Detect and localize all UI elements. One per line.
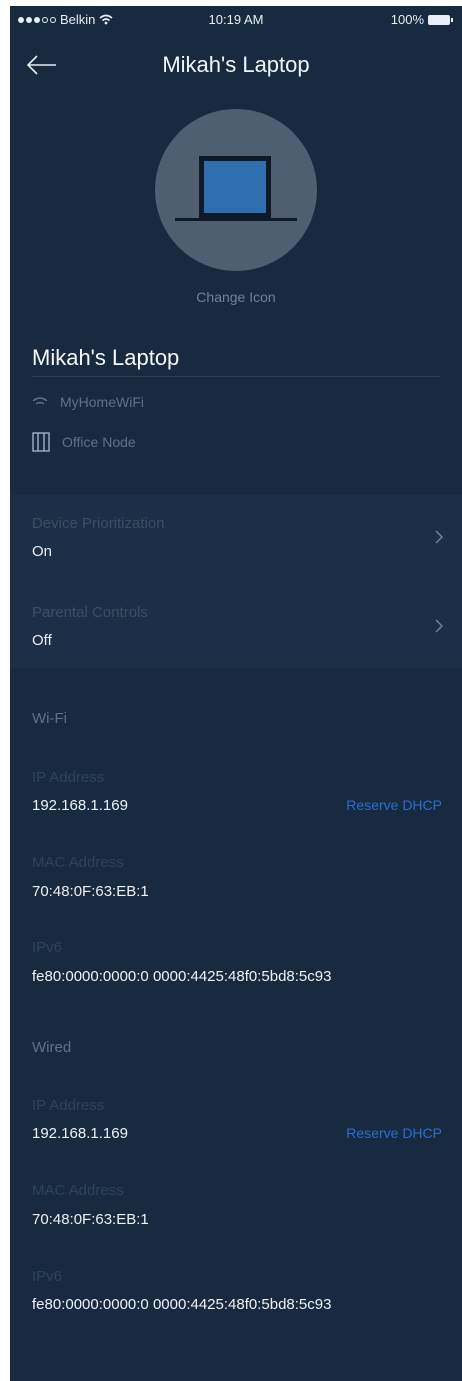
- battery-indicator: 100%: [390, 12, 453, 27]
- settings-section: Device Prioritization On Parental Contro…: [10, 495, 462, 668]
- node-icon: [32, 432, 50, 452]
- wired-mac-label: MAC Address: [32, 1182, 124, 1199]
- battery-percent: 100%: [390, 12, 424, 27]
- battery-icon: [428, 14, 453, 25]
- change-icon-link[interactable]: Change Icon: [10, 289, 462, 305]
- wifi-icon: [32, 397, 48, 405]
- device-details-screen: Belkin 10:19 AM 100% Mikah's Laptop Chan…: [10, 6, 462, 1381]
- setting-label: Parental Controls: [32, 604, 148, 621]
- node-name: Office Node: [62, 434, 136, 450]
- laptop-icon: [175, 156, 297, 221]
- node-row: Office Node: [32, 432, 136, 452]
- chevron-right-icon: [435, 619, 444, 633]
- wired-ipv6-value: fe80:0000:0000:0 0000:4425:48f0:5bd8:5c9…: [32, 1296, 332, 1313]
- wifi-reserve-dhcp-link[interactable]: Reserve DHCP: [346, 797, 442, 813]
- wired-section-title: Wired: [32, 1039, 72, 1056]
- wired-reserve-dhcp-link[interactable]: Reserve DHCP: [346, 1125, 442, 1141]
- header: Mikah's Laptop: [10, 42, 462, 90]
- name-divider: [32, 376, 440, 377]
- wifi-ip-label: IP Address: [32, 769, 105, 786]
- wired-ip-label: IP Address: [32, 1097, 105, 1114]
- network-row: MyHomeWiFi: [32, 394, 144, 410]
- wifi-section-title: Wi-Fi: [32, 710, 67, 727]
- status-bar: Belkin 10:19 AM 100%: [10, 6, 462, 32]
- device-prioritization-row[interactable]: Device Prioritization On: [10, 495, 462, 579]
- page-title: Mikah's Laptop: [162, 52, 310, 77]
- wifi-mac-label: MAC Address: [32, 854, 124, 871]
- wifi-ip-value: 192.168.1.169: [32, 797, 128, 814]
- chevron-right-icon: [435, 530, 444, 544]
- setting-value: On: [32, 543, 53, 560]
- wired-ip-value: 192.168.1.169: [32, 1125, 128, 1142]
- wifi-ipv6-value: fe80:0000:0000:0 0000:4425:48f0:5bd8:5c9…: [32, 968, 332, 985]
- wired-mac-value: 70:48:0F:63:EB:1: [32, 1211, 149, 1228]
- device-icon-button[interactable]: [155, 109, 317, 271]
- wired-ipv6-label: IPv6: [32, 1268, 63, 1285]
- setting-label: Device Prioritization: [32, 515, 165, 532]
- setting-value: Off: [32, 632, 52, 649]
- parental-controls-row[interactable]: Parental Controls Off: [10, 584, 462, 668]
- wifi-ipv6-label: IPv6: [32, 939, 63, 956]
- device-name[interactable]: Mikah's Laptop: [32, 345, 179, 371]
- network-name: MyHomeWiFi: [60, 394, 144, 410]
- wifi-mac-value: 70:48:0F:63:EB:1: [32, 883, 149, 900]
